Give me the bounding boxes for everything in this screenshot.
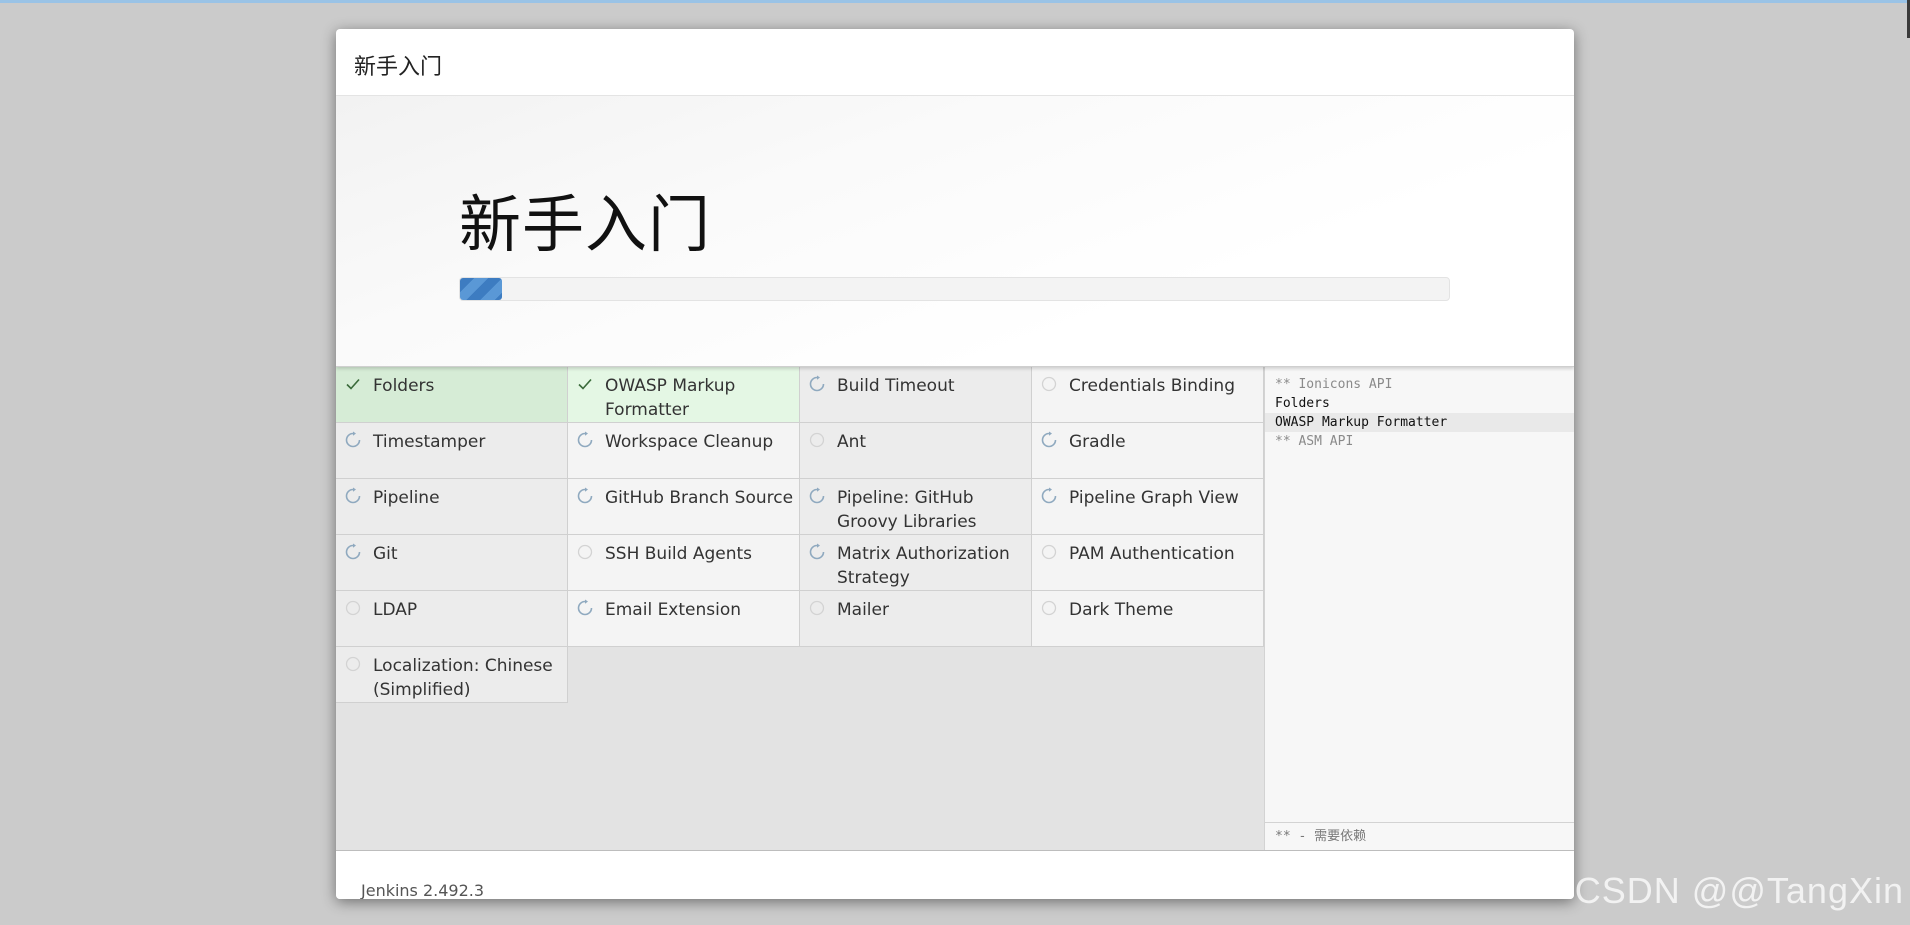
plugin-item: Credentials Binding: [1032, 367, 1264, 423]
plugin-item: Workspace Cleanup: [568, 423, 800, 479]
pending-circle-icon: [808, 599, 826, 617]
plugin-item: Pipeline Graph View: [1032, 479, 1264, 535]
plugin-name: Gradle: [1069, 432, 1126, 452]
plugin-name: OWASP Markup Formatter: [605, 376, 736, 420]
plugin-item: LDAP: [336, 591, 568, 647]
dialog-title: 新手入门: [354, 55, 443, 80]
spinner-icon: [344, 431, 362, 449]
spinner-icon: [808, 543, 826, 561]
plugin-name: LDAP: [373, 600, 418, 620]
setup-wizard-dialog: 新手入门 新手入门 Folders OWASP Markup Formatter B…: [336, 29, 1574, 899]
spinner-icon: [808, 487, 826, 505]
plugin-name: GitHub Branch Source: [605, 488, 794, 508]
spinner-icon: [1040, 431, 1058, 449]
plugin-item: Pipeline: [336, 479, 568, 535]
pending-circle-icon: [576, 543, 594, 561]
plugin-name: Localization: Chinese (Simplified): [373, 656, 553, 700]
spinner-icon: [344, 487, 362, 505]
browser-top-line: [0, 0, 1910, 3]
plugin-item: OWASP Markup Formatter: [568, 367, 800, 423]
spinner-icon: [808, 375, 826, 393]
plugin-install-area: Folders OWASP Markup Formatter Build Timeo…: [336, 367, 1574, 850]
log-legend: ** - 需要依赖: [1265, 822, 1574, 850]
pending-circle-icon: [1040, 375, 1058, 393]
plugin-item: Email Extension: [568, 591, 800, 647]
dialog-header: 新手入门: [336, 29, 1574, 96]
spinner-icon: [576, 599, 594, 617]
plugin-item: Matrix Authorization Strategy: [800, 535, 1032, 591]
plugin-item: Gradle: [1032, 423, 1264, 479]
hero-title: 新手入门: [459, 188, 712, 261]
plugin-item: PAM Authentication: [1032, 535, 1264, 591]
plugin-name: Pipeline Graph View: [1069, 488, 1239, 508]
install-progress-fill: [460, 278, 502, 300]
plugin-name: Dark Theme: [1069, 600, 1174, 620]
spinner-icon: [576, 487, 594, 505]
plugin-item: Mailer: [800, 591, 1032, 647]
plugin-name: Pipeline: [373, 488, 440, 508]
plugin-item: Timestamper: [336, 423, 568, 479]
plugin-name: Credentials Binding: [1069, 376, 1235, 396]
dialog-footer: Jenkins 2.492.3: [336, 850, 1574, 899]
spinner-icon: [344, 543, 362, 561]
plugin-item: Ant: [800, 423, 1032, 479]
check-icon: [576, 375, 594, 393]
plugin-name: SSH Build Agents: [605, 544, 753, 564]
plugin-item: Git: [336, 535, 568, 591]
log-line: OWASP Markup Formatter: [1265, 413, 1574, 432]
install-log-lines: ** Ionicons API Folders OWASP Markup Forma…: [1265, 375, 1574, 451]
plugin-name: Pipeline: GitHub Groovy Libraries: [837, 488, 977, 532]
plugin-name: Ant: [837, 432, 867, 452]
plugin-name: Workspace Cleanup: [605, 432, 774, 452]
plugin-name: Mailer: [837, 600, 889, 620]
pending-circle-icon: [1040, 599, 1058, 617]
plugin-name: Build Timeout: [837, 376, 955, 396]
watermark: CSDN @@TangXin: [1574, 870, 1904, 911]
log-line: ** Ionicons API: [1275, 377, 1393, 392]
plugin-name: Matrix Authorization Strategy: [837, 544, 1010, 588]
plugin-item: Build Timeout: [800, 367, 1032, 423]
spinner-icon: [576, 431, 594, 449]
pending-circle-icon: [344, 655, 362, 673]
plugin-item: Dark Theme: [1032, 591, 1264, 647]
plugin-grid: Folders OWASP Markup Formatter Build Timeo…: [336, 367, 1264, 703]
pending-circle-icon: [1040, 543, 1058, 561]
plugin-item: SSH Build Agents: [568, 535, 800, 591]
install-log-panel[interactable]: ** Ionicons API Folders OWASP Markup Forma…: [1264, 367, 1574, 850]
plugin-name: Folders: [373, 376, 435, 396]
plugin-name: PAM Authentication: [1069, 544, 1235, 564]
plugin-item: GitHub Branch Source: [568, 479, 800, 535]
check-icon: [344, 375, 362, 393]
install-progress-bar: [459, 277, 1450, 301]
plugin-item: Pipeline: GitHub Groovy Libraries: [800, 479, 1032, 535]
pending-circle-icon: [344, 599, 362, 617]
plugin-item: Localization: Chinese (Simplified): [336, 647, 568, 703]
plugin-name: Git: [373, 544, 398, 564]
jenkins-version: Jenkins 2.492.3: [361, 881, 485, 899]
log-line: ** ASM API: [1275, 434, 1354, 449]
log-line: Folders: [1275, 396, 1330, 411]
plugin-item: Folders: [336, 367, 568, 423]
spinner-icon: [1040, 487, 1058, 505]
pending-circle-icon: [808, 431, 826, 449]
plugin-name: Email Extension: [605, 600, 742, 620]
plugin-name: Timestamper: [373, 432, 486, 452]
hero-banner: 新手入门: [336, 96, 1574, 367]
